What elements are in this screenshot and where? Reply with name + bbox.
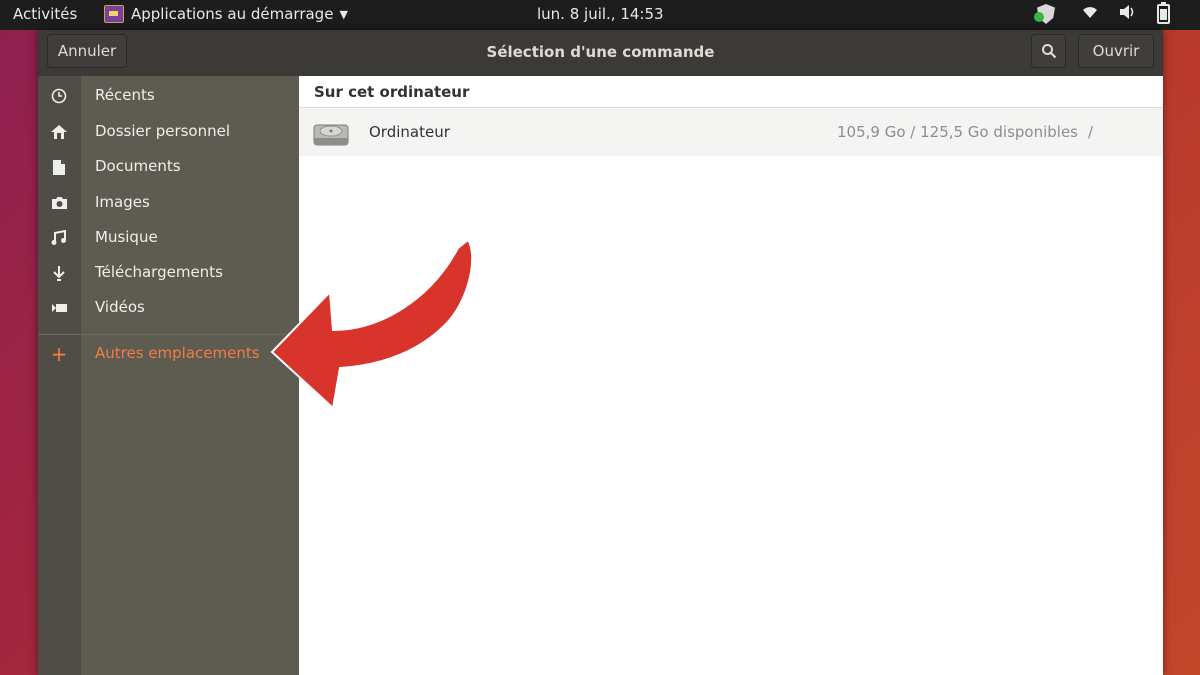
battery-icon: [1157, 2, 1170, 24]
app-menu-label: Applications au démarrage: [131, 5, 334, 23]
sidebar-item-label: Dossier personnel: [95, 122, 231, 140]
sidebar-item-label: Téléchargements: [95, 263, 223, 281]
activities-button[interactable]: Activités: [13, 5, 77, 23]
file-chooser-dialog: Annuler Sélection d'une commande Ouvrir …: [38, 30, 1163, 675]
section-header: Sur cet ordinateur: [299, 76, 1163, 108]
sidebar-item-label: Documents: [95, 157, 181, 175]
app-menu[interactable]: Applications au démarrage ▼: [104, 5, 348, 23]
clock[interactable]: lun. 8 juil., 14:53: [537, 5, 664, 23]
annotation-arrow-icon: [270, 238, 474, 410]
volume-icon: [1119, 4, 1137, 24]
sidebar-item-downloads[interactable]: Téléchargements: [38, 257, 299, 291]
sidebar-item-music[interactable]: Musique: [38, 222, 299, 256]
update-status-icon: [1034, 12, 1044, 22]
section-title: Sur cet ordinateur: [314, 83, 470, 101]
chevron-down-icon: ▼: [339, 7, 348, 21]
clock-icon: [50, 87, 68, 105]
places-sidebar: Récents Dossier personnel Documents Imag…: [38, 76, 299, 675]
document-icon: [50, 158, 68, 176]
music-icon: [50, 229, 68, 247]
search-icon: [1041, 44, 1056, 59]
sidebar-item-documents[interactable]: Documents: [38, 151, 299, 185]
sidebar-item-label: Images: [95, 193, 150, 211]
system-tray[interactable]: [1037, 2, 1170, 24]
sidebar-item-other-locations[interactable]: + Autres emplacements: [38, 338, 299, 372]
location-name: Ordinateur: [369, 123, 450, 141]
home-icon: [50, 123, 68, 141]
free-space: 105,9 Go / 125,5 Go disponibles: [837, 123, 1078, 141]
list-item-computer[interactable]: Ordinateur 105,9 Go / 125,5 Go disponibl…: [299, 108, 1163, 156]
plus-icon: +: [50, 342, 68, 366]
sidebar-item-videos[interactable]: Vidéos: [38, 292, 299, 326]
wifi-icon: [1081, 5, 1099, 23]
sidebar-item-home[interactable]: Dossier personnel: [38, 116, 299, 150]
sidebar-item-label: Récents: [95, 86, 155, 104]
sidebar-item-images[interactable]: Images: [38, 187, 299, 221]
search-button[interactable]: [1031, 34, 1066, 68]
startup-apps-icon: [104, 5, 124, 23]
sidebar-item-label: Autres emplacements: [95, 344, 260, 362]
sidebar-item-label: Vidéos: [95, 298, 145, 316]
camera-icon: [50, 194, 68, 212]
top-bar: Activités Applications au démarrage ▼ lu…: [0, 0, 1200, 30]
hard-disk-icon: [313, 121, 349, 146]
open-button[interactable]: Ouvrir: [1078, 34, 1154, 68]
mount-path: /: [1088, 123, 1094, 141]
download-icon: [50, 264, 68, 282]
sidebar-separator: [38, 334, 299, 335]
sidebar-item-label: Musique: [95, 228, 158, 246]
sidebar-item-recent[interactable]: Récents: [38, 80, 299, 114]
dialog-header: Annuler Sélection d'une commande Ouvrir: [38, 30, 1163, 77]
video-icon: [50, 299, 68, 317]
dialog-title: Sélection d'une commande: [486, 43, 715, 61]
